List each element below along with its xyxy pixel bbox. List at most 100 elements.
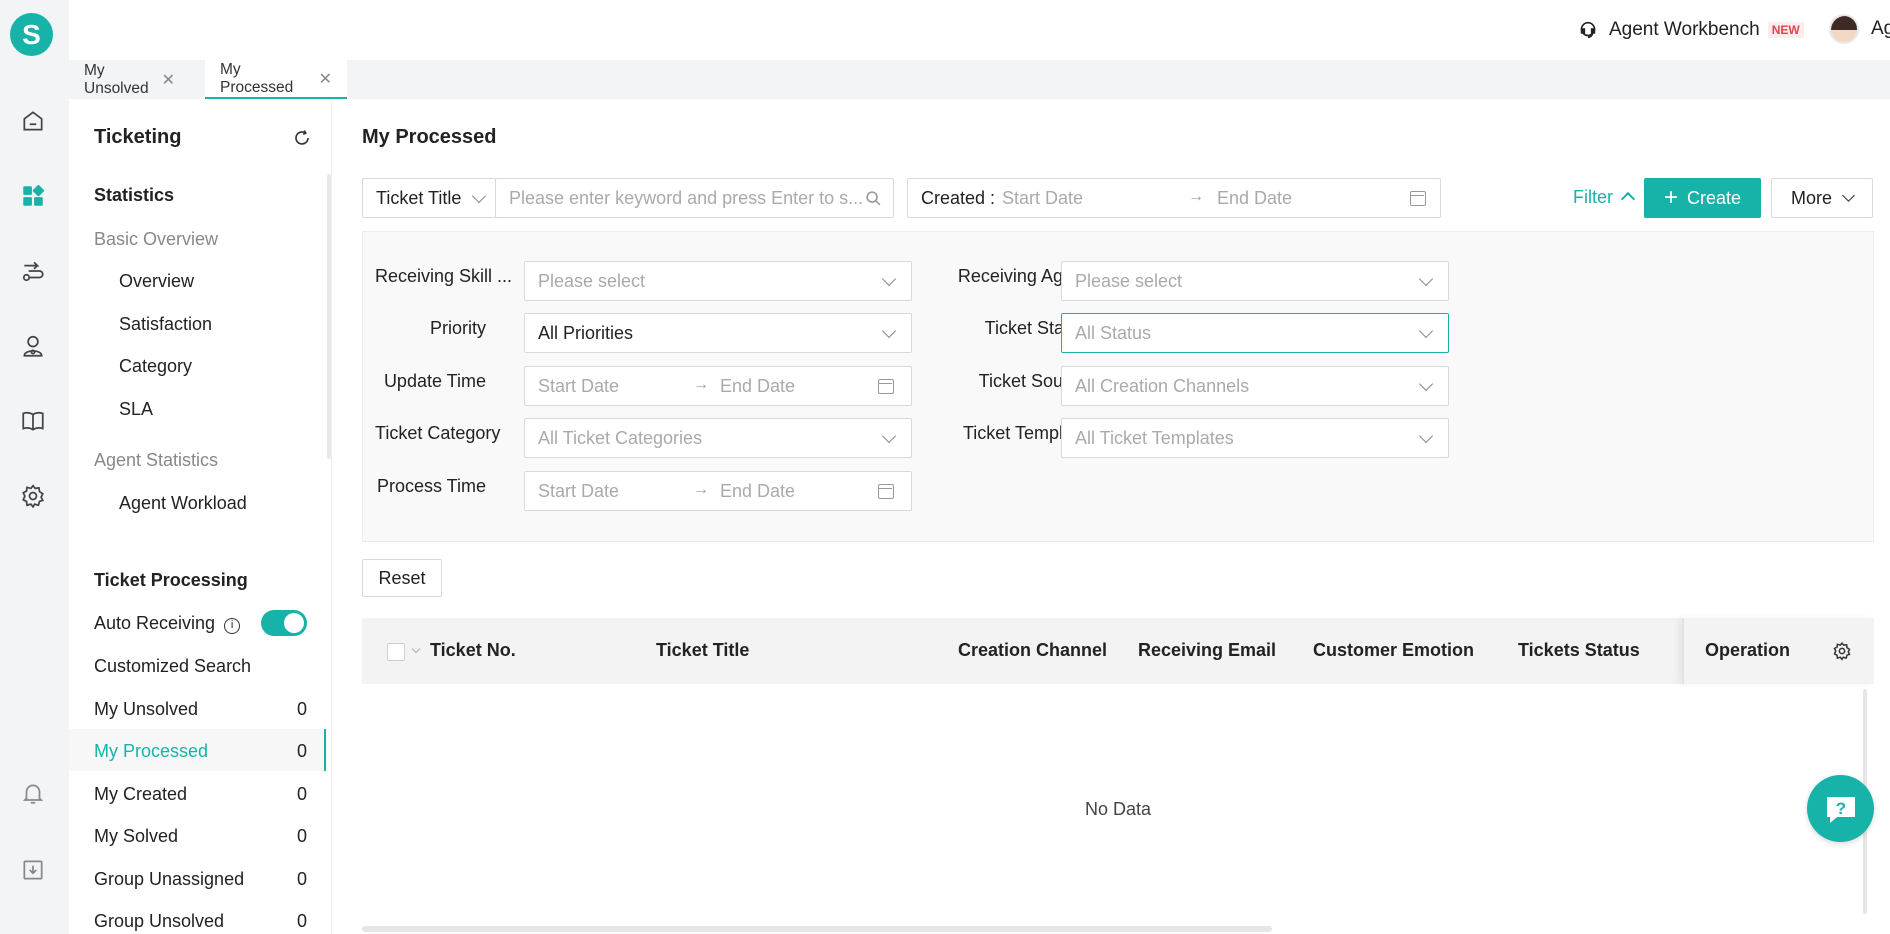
process-time-end[interactable]: End Date	[720, 481, 795, 502]
ticket-category-label: Ticket Category	[375, 423, 501, 443]
ticket-source-select[interactable]: All Creation Channels	[1061, 366, 1449, 406]
update-time-end[interactable]: End Date	[720, 376, 795, 397]
priority-select[interactable]: All Priorities	[524, 313, 912, 353]
sidebar-item-agent-workload[interactable]: Agent Workload	[119, 493, 247, 514]
chevron-down-icon[interactable]	[411, 644, 421, 654]
knowledge-book-icon[interactable]	[20, 408, 46, 434]
help-chat-button[interactable]: ?	[1807, 775, 1874, 842]
chevron-down-icon	[1418, 428, 1434, 444]
calendar-icon	[878, 379, 894, 394]
auto-receiving-toggle[interactable]	[261, 610, 307, 636]
sidebar-item-my-created[interactable]: My Created	[94, 784, 187, 805]
ticket-category-select[interactable]: All Ticket Categories	[524, 418, 912, 458]
ticket-category-value: All Ticket Categories	[538, 427, 703, 448]
receiving-agent-select[interactable]: Please select	[1061, 261, 1449, 301]
sidebar-item-sla[interactable]: SLA	[119, 399, 153, 420]
user-menu[interactable]: Agent	[1829, 14, 1890, 44]
dashboard-icon[interactable]	[20, 183, 46, 209]
process-time-range[interactable]: Start Date → End Date	[524, 471, 912, 511]
sidebar-item-overview[interactable]: Overview	[119, 271, 194, 292]
column-operation: Operation	[1705, 640, 1791, 660]
column-tickets-status[interactable]: Tickets Status	[1518, 640, 1640, 661]
group-unsolved-count: 0	[297, 911, 308, 931]
settings-gear-icon[interactable]	[20, 483, 46, 509]
statistics-header: Statistics	[94, 185, 175, 205]
sidebar-item-satisfaction[interactable]: Satisfaction	[119, 314, 212, 335]
sidebar-item-my-solved[interactable]: My Solved	[94, 826, 178, 847]
my-processed-count: 0	[297, 741, 308, 761]
home-icon[interactable]	[20, 108, 46, 134]
receiving-skill-select[interactable]: Please select	[524, 261, 912, 301]
create-ticket-button[interactable]: + Create	[1644, 178, 1761, 218]
ticket-status-value: All Status	[1075, 322, 1152, 343]
main-content: My Processed Ticket Title Please enter k…	[332, 99, 1890, 934]
search-field-value: Ticket Title	[376, 187, 462, 208]
agent-workbench-link[interactable]: Agent Workbench NEW	[1577, 18, 1804, 42]
created-end-date[interactable]: End Date	[1217, 188, 1292, 209]
ticket-status-select[interactable]: All Status	[1061, 313, 1449, 353]
more-button[interactable]: More	[1771, 178, 1873, 218]
agent-icon[interactable]	[20, 333, 46, 359]
page-title: My Processed	[362, 126, 497, 148]
ticket-template-select[interactable]: All Ticket Templates	[1061, 418, 1449, 458]
column-creation-channel[interactable]: Creation Channel	[958, 640, 1107, 661]
tab-label: My Unsolved	[84, 61, 149, 97]
calendar-icon	[878, 484, 894, 499]
info-icon[interactable]: i	[224, 618, 241, 634]
chevron-down-icon	[1418, 376, 1434, 392]
operation-column: Operation	[1682, 618, 1874, 684]
sidebar-item-my-unsolved[interactable]: My Unsolved	[94, 699, 198, 720]
top-bar: Agent Workbench NEW Agent	[69, 0, 1890, 60]
column-ticket-title[interactable]: Ticket Title	[656, 640, 749, 661]
table-header: Ticket No. Ticket Title Creation Channel…	[362, 618, 1874, 684]
search-icon[interactable]	[865, 190, 882, 207]
arrow-right-icon: →	[693, 481, 709, 498]
my-solved-count: 0	[297, 826, 308, 846]
basic-overview-group: Basic Overview	[94, 229, 219, 249]
update-time-range[interactable]: Start Date → End Date	[524, 366, 912, 406]
sidebar-item-my-processed[interactable]: My Processed	[94, 741, 208, 762]
tab-my-processed[interactable]: My Processed ✕	[205, 60, 347, 99]
created-start-date[interactable]: Start Date	[1002, 188, 1083, 209]
sidebar-item-customized-search[interactable]: Customized Search	[94, 656, 251, 677]
update-time-label: Update Time	[383, 371, 486, 391]
sidebar-item-group-unassigned[interactable]: Group Unassigned	[94, 869, 244, 890]
download-icon[interactable]	[20, 857, 46, 883]
table-horizontal-scrollbar[interactable]	[362, 926, 1272, 932]
chevron-down-icon	[1418, 271, 1434, 287]
chevron-up-icon	[1620, 191, 1636, 207]
column-receiving-email[interactable]: Receiving Email	[1138, 640, 1276, 661]
chevron-down-icon	[1842, 188, 1855, 202]
sidebar-item-category[interactable]: Category	[119, 356, 192, 377]
tab-label: My Processed	[220, 60, 294, 96]
created-date-range[interactable]: Created : Start Date → End Date	[907, 178, 1441, 218]
refresh-icon[interactable]	[293, 129, 311, 147]
sidebar-item-group-unsolved[interactable]: Group Unsolved	[94, 911, 224, 932]
search-field-select[interactable]: Ticket Title	[362, 178, 496, 218]
sidebar-scrollbar[interactable]	[327, 174, 331, 459]
notification-bell-icon[interactable]	[20, 780, 46, 806]
user-name: Agent	[1871, 18, 1890, 39]
update-time-start[interactable]: Start Date	[538, 376, 619, 397]
close-icon[interactable]: ✕	[162, 70, 175, 90]
tab-my-unsolved[interactable]: My Unsolved ✕	[69, 60, 190, 99]
process-time-start[interactable]: Start Date	[538, 481, 619, 502]
plus-icon: +	[1663, 184, 1678, 211]
ticket-processing-header: Ticket Processing	[94, 570, 248, 590]
headset-icon	[1580, 21, 1596, 39]
tab-bar: My Unsolved ✕ My Processed ✕	[69, 60, 1890, 99]
app-logo[interactable]: S	[10, 13, 53, 56]
routing-icon[interactable]	[20, 258, 46, 284]
ticket-source-value: All Creation Channels	[1075, 375, 1250, 396]
column-ticket-no[interactable]: Ticket No.	[430, 640, 516, 661]
priority-label: Priority	[429, 318, 486, 338]
filter-toggle[interactable]: Filter	[1573, 187, 1636, 208]
column-customer-emotion[interactable]: Customer Emotion	[1313, 640, 1474, 661]
search-placeholder: Please enter keyword and press Enter to …	[509, 187, 864, 208]
select-all-checkbox[interactable]	[387, 643, 405, 661]
search-input[interactable]: Please enter keyword and press Enter to …	[495, 178, 894, 218]
reset-button[interactable]: Reset	[362, 559, 442, 597]
left-rail: S	[0, 0, 69, 934]
close-icon[interactable]: ✕	[319, 69, 332, 89]
column-settings-gear-icon[interactable]	[1832, 641, 1852, 661]
